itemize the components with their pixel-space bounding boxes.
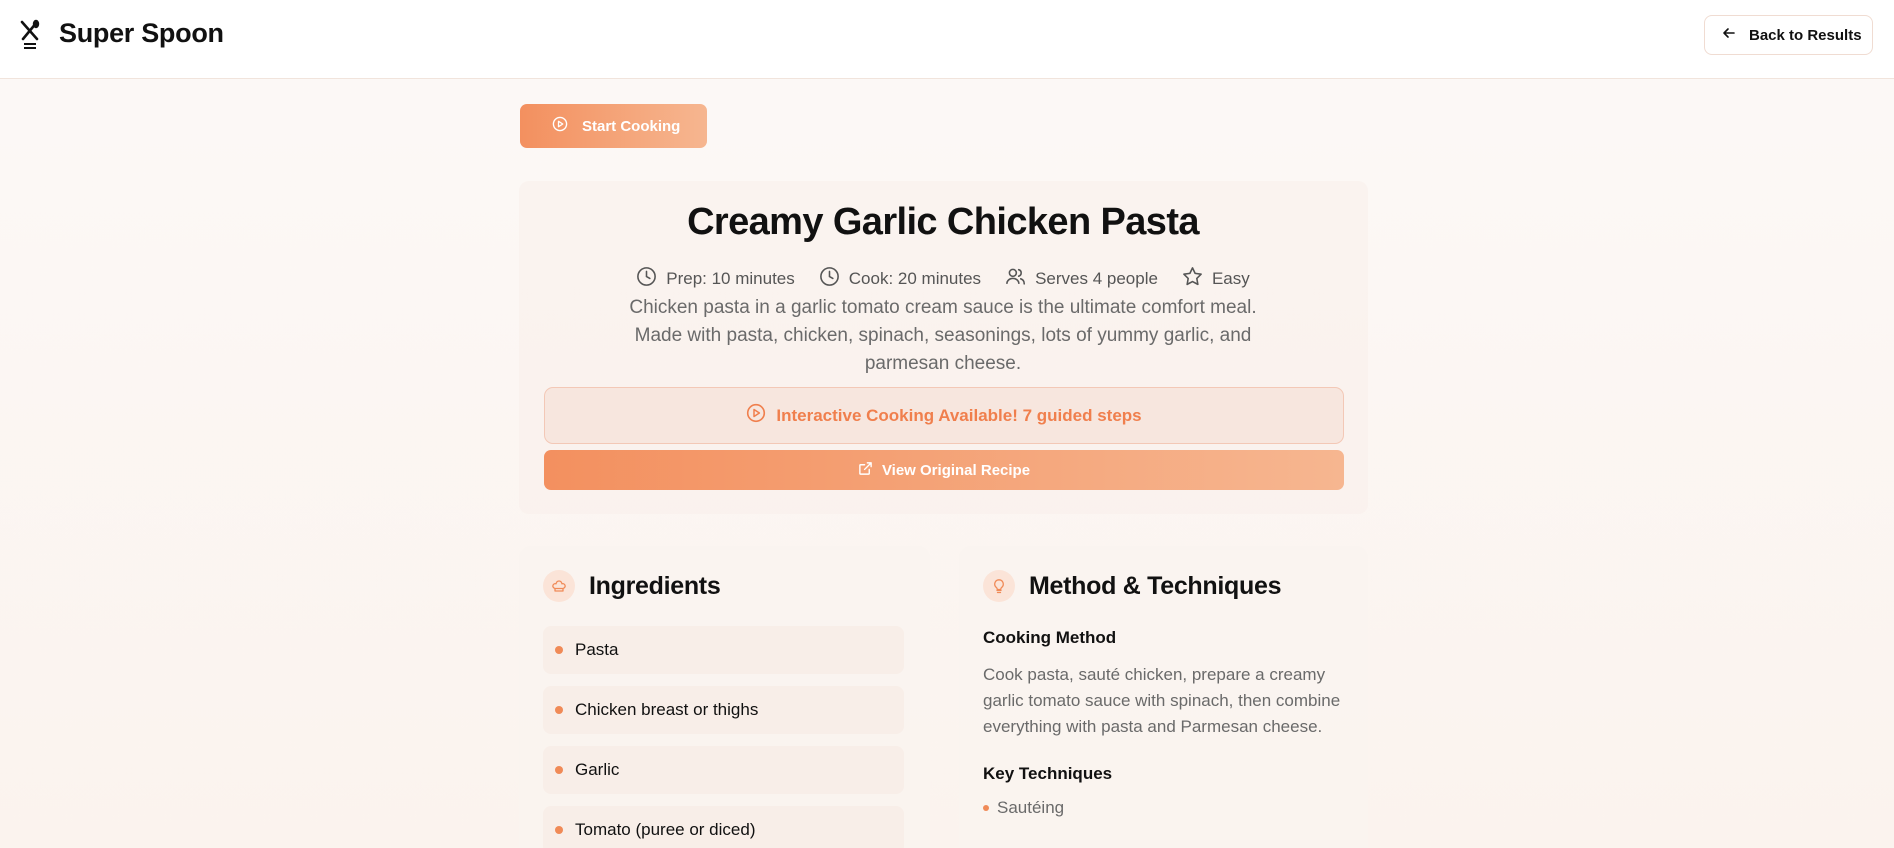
view-original-recipe-label: View Original Recipe — [881, 461, 1031, 479]
bullet-dot-icon — [983, 805, 989, 811]
bullet-dot-icon — [555, 706, 563, 714]
interactive-cooking-label: Interactive Cooking Available! 7 guided … — [776, 405, 1142, 425]
cook-time-label: Cook: 20 minutes — [848, 269, 982, 288]
technique-label: Sautéing — [997, 798, 1065, 817]
app-header: Super Spoon Back to Results — [0, 0, 1894, 79]
cooking-method-heading: Cooking Method — [983, 628, 1117, 647]
prep-time: Prep: 10 minutes — [636, 266, 795, 292]
super-spoon-logo-icon[interactable] — [16, 18, 44, 52]
app-title: Super Spoon — [59, 18, 224, 48]
back-to-results-button[interactable]: Back to Results — [1704, 15, 1873, 55]
ingredients-title: Ingredients — [589, 571, 721, 600]
bullet-dot-icon — [555, 766, 563, 774]
method-title: Method & Techniques — [1029, 571, 1282, 600]
prep-time-label: Prep: 10 minutes — [666, 269, 795, 288]
ingredient-item: Tomato (puree or diced) — [543, 806, 904, 848]
back-to-results-label: Back to Results — [1749, 26, 1862, 44]
ingredient-item: Pasta — [543, 626, 904, 674]
star-icon — [1182, 266, 1203, 292]
cook-time: Cook: 20 minutes — [819, 266, 981, 292]
ingredient-label: Pasta — [575, 640, 619, 659]
play-circle-icon — [746, 403, 766, 428]
start-cooking-label: Start Cooking — [582, 117, 681, 135]
arrow-left-icon — [1721, 25, 1737, 45]
difficulty-label: Easy — [1211, 269, 1250, 288]
servings-label: Serves 4 people — [1035, 269, 1158, 288]
clock-icon — [819, 266, 840, 292]
chef-hat-icon — [543, 570, 575, 602]
method-header: Method & Techniques — [983, 570, 1281, 602]
interactive-cooking-banner: Interactive Cooking Available! 7 guided … — [544, 387, 1344, 444]
key-techniques-heading: Key Techniques — [983, 764, 1113, 783]
recipe-meta: Prep: 10 minutes Cook: 20 minutes Serves… — [0, 266, 1886, 292]
recipe-title: Creamy Garlic Chicken Pasta — [687, 201, 1199, 243]
ingredients-panel: Ingredients Pasta Chicken breast or thig… — [519, 546, 930, 848]
cooking-method-text: Cook pasta, sauté chicken, prepare a cre… — [983, 665, 1341, 736]
bullet-dot-icon — [555, 646, 563, 654]
method-panel: Method & Techniques Cooking Method Cook … — [959, 546, 1368, 848]
ingredient-label: Garlic — [575, 760, 620, 779]
play-circle-icon — [552, 116, 568, 136]
method-body: Cooking Method Cook pasta, sauté chicken… — [983, 628, 1343, 818]
recipe-description: Chicken pasta in a garlic tomato cream s… — [629, 297, 1257, 374]
lightbulb-icon — [983, 570, 1015, 602]
external-link-icon — [858, 461, 873, 480]
clock-icon — [636, 266, 657, 292]
view-original-recipe-button[interactable]: View Original Recipe — [544, 450, 1344, 490]
ingredient-label: Chicken breast or thighs — [575, 700, 759, 719]
servings: Serves 4 people — [1005, 266, 1158, 292]
start-cooking-button[interactable]: Start Cooking — [520, 104, 707, 148]
ingredient-item: Chicken breast or thighs — [543, 686, 904, 734]
bullet-dot-icon — [555, 826, 563, 834]
ingredients-header: Ingredients — [543, 570, 721, 602]
users-icon — [1005, 266, 1026, 292]
ingredient-list: Pasta Chicken breast or thighs Garlic To… — [543, 626, 904, 848]
ingredient-item: Garlic — [543, 746, 904, 794]
ingredient-label: Tomato (puree or diced) — [575, 820, 756, 839]
difficulty: Easy — [1182, 266, 1250, 292]
technique-item: Sautéing — [983, 798, 1343, 818]
